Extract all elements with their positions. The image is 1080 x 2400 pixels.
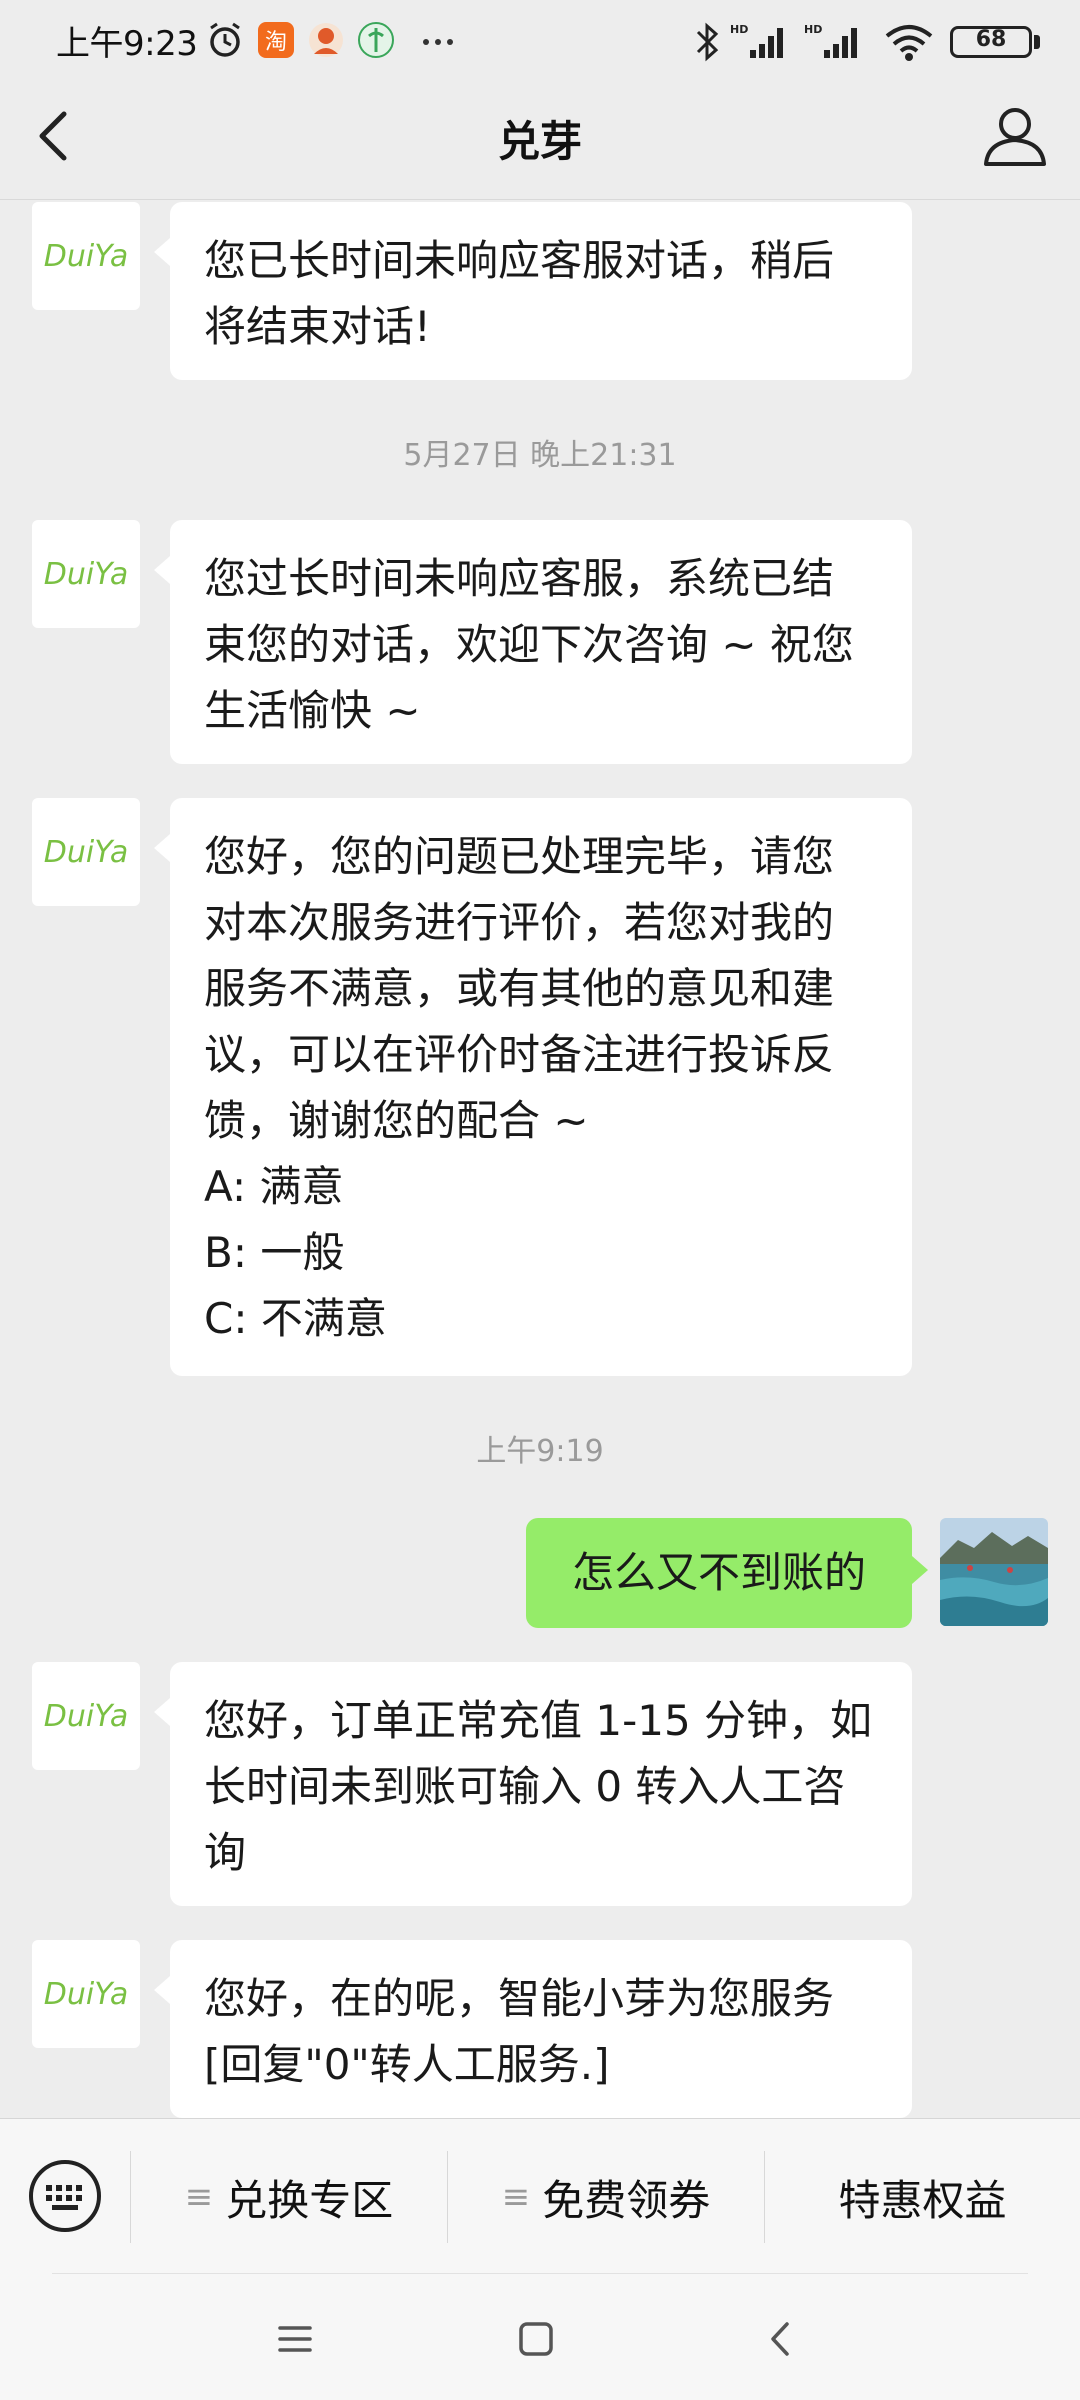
page-title: 兑芽	[497, 117, 582, 166]
app-notification-icon-2	[358, 22, 394, 58]
home-icon[interactable]	[511, 2314, 561, 2364]
more-notifications-icon	[423, 39, 453, 45]
message-line: 束您的对话，欢迎下次咨询 ~ 祝您	[204, 620, 854, 669]
message-line: 长时间未到账可输入 0 转入人工咨	[204, 1762, 846, 1811]
alarm-icon	[210, 22, 240, 57]
status-time: 上午9:23	[56, 24, 198, 64]
message-line: 将结束对话!	[204, 302, 431, 351]
svg-text:淘: 淘	[265, 30, 287, 55]
nav-bar: 兑芽	[0, 82, 1080, 200]
taobao-app-icon: 淘	[258, 22, 294, 58]
timestamp: 5月27日 晚上21:31	[403, 438, 677, 473]
message-line: 您好，在的呢，智能小芽为您服务	[204, 1974, 835, 2023]
bottom-menu: ≡ 兑换专区 ≡ 免费领券 特惠权益	[0, 2118, 1080, 2274]
menu-item-label: 兑换专区	[225, 2175, 394, 2225]
message-line: 生活愉快 ~	[204, 686, 421, 735]
timestamp: 上午9:19	[476, 1434, 604, 1469]
bluetooth-icon	[696, 22, 719, 62]
message-line: 您好，订单正常充值 1-15 分钟，如	[204, 1696, 873, 1745]
menu-item-redeem[interactable]: ≡ 兑换专区	[131, 2119, 447, 2275]
menu-item-free-coupons[interactable]: ≡ 免费领券	[448, 2119, 764, 2275]
bot-avatar[interactable]: DuiYa	[32, 202, 140, 310]
bot-message[interactable]: 您好，在的呢，智能小芽为您服务 [回复"0"转人工服务.]	[154, 1940, 912, 2118]
user-message[interactable]: 怎么又不到账的	[526, 1518, 928, 1628]
bot-avatar[interactable]: DuiYa	[32, 520, 140, 628]
keyboard-toggle-icon[interactable]	[28, 2159, 102, 2233]
bot-avatar[interactable]: DuiYa	[32, 1662, 140, 1770]
message-line: 议，可以在评价时备注进行投诉反	[204, 1030, 835, 1079]
message-line: 您好，您的问题已处理完毕，请您	[204, 832, 835, 881]
option-b: B: 一般	[204, 1228, 345, 1277]
bot-avatar[interactable]: DuiYa	[32, 798, 140, 906]
bot-message[interactable]: 您已长时间未响应客服对话，稍后 将结束对话!	[154, 202, 912, 380]
profile-icon[interactable]	[980, 102, 1050, 172]
bot-message[interactable]: 您好，订单正常充值 1-15 分钟，如 长时间未到账可输入 0 转入人工咨 询	[154, 1662, 912, 1906]
option-a: A: 满意	[204, 1162, 344, 1211]
chat-area[interactable]: DuiYa 您已长时间未响应客服对话，稍后 将结束对话! 5月27日 晚上21:…	[0, 200, 1080, 2118]
status-bar: 上午9:23 淘 HD HD 68	[0, 0, 1080, 82]
message-line: 馈，谢谢您的配合 ~	[204, 1096, 589, 1145]
message-line: 您已长时间未响应客服对话，稍后	[204, 236, 835, 285]
signal-icon-2: HD	[804, 23, 857, 58]
message-line: 服务不满意，或有其他的意见和建	[204, 964, 835, 1013]
hd-badge-1: HD	[730, 23, 748, 36]
hd-badge-2: HD	[804, 23, 822, 36]
menu-item-special-benefits[interactable]: 特惠权益	[765, 2119, 1080, 2275]
battery-level: 68	[975, 27, 1007, 52]
bot-message[interactable]: 您好，您的问题已处理完毕，请您 对本次服务进行评价，若您对我的 服务不满意，或有…	[154, 798, 912, 1376]
system-back-icon[interactable]	[756, 2314, 806, 2364]
menu-item-label: 特惠权益	[838, 2175, 1007, 2225]
recents-menu-icon[interactable]	[270, 2314, 320, 2364]
user-avatar[interactable]	[940, 1518, 1048, 1626]
submenu-icon: ≡	[184, 2177, 214, 2217]
signal-icon-1: HD	[730, 23, 783, 58]
battery-tip	[1034, 35, 1040, 49]
option-c: C: 不满意	[204, 1294, 387, 1343]
message-line: [回复"0"转人工服务.]	[204, 2040, 610, 2089]
app-notification-icon	[309, 23, 343, 57]
battery-icon: 68	[950, 26, 1032, 58]
bot-message[interactable]: 您过长时间未响应客服，系统已结 束您的对话，欢迎下次咨询 ~ 祝您 生活愉快 ~	[154, 520, 912, 764]
message-line: 对本次服务进行评价，若您对我的	[204, 898, 835, 947]
submenu-icon: ≡	[501, 2177, 531, 2217]
bot-avatar[interactable]: DuiYa	[32, 1940, 140, 2048]
system-nav-bar	[0, 2274, 1080, 2400]
message-line: 询	[204, 1828, 247, 1877]
message-line: 您过长时间未响应客服，系统已结	[204, 554, 835, 603]
user-avatar-image	[940, 1518, 1048, 1626]
wifi-icon	[885, 25, 933, 61]
menu-item-label: 免费领券	[542, 2175, 711, 2225]
